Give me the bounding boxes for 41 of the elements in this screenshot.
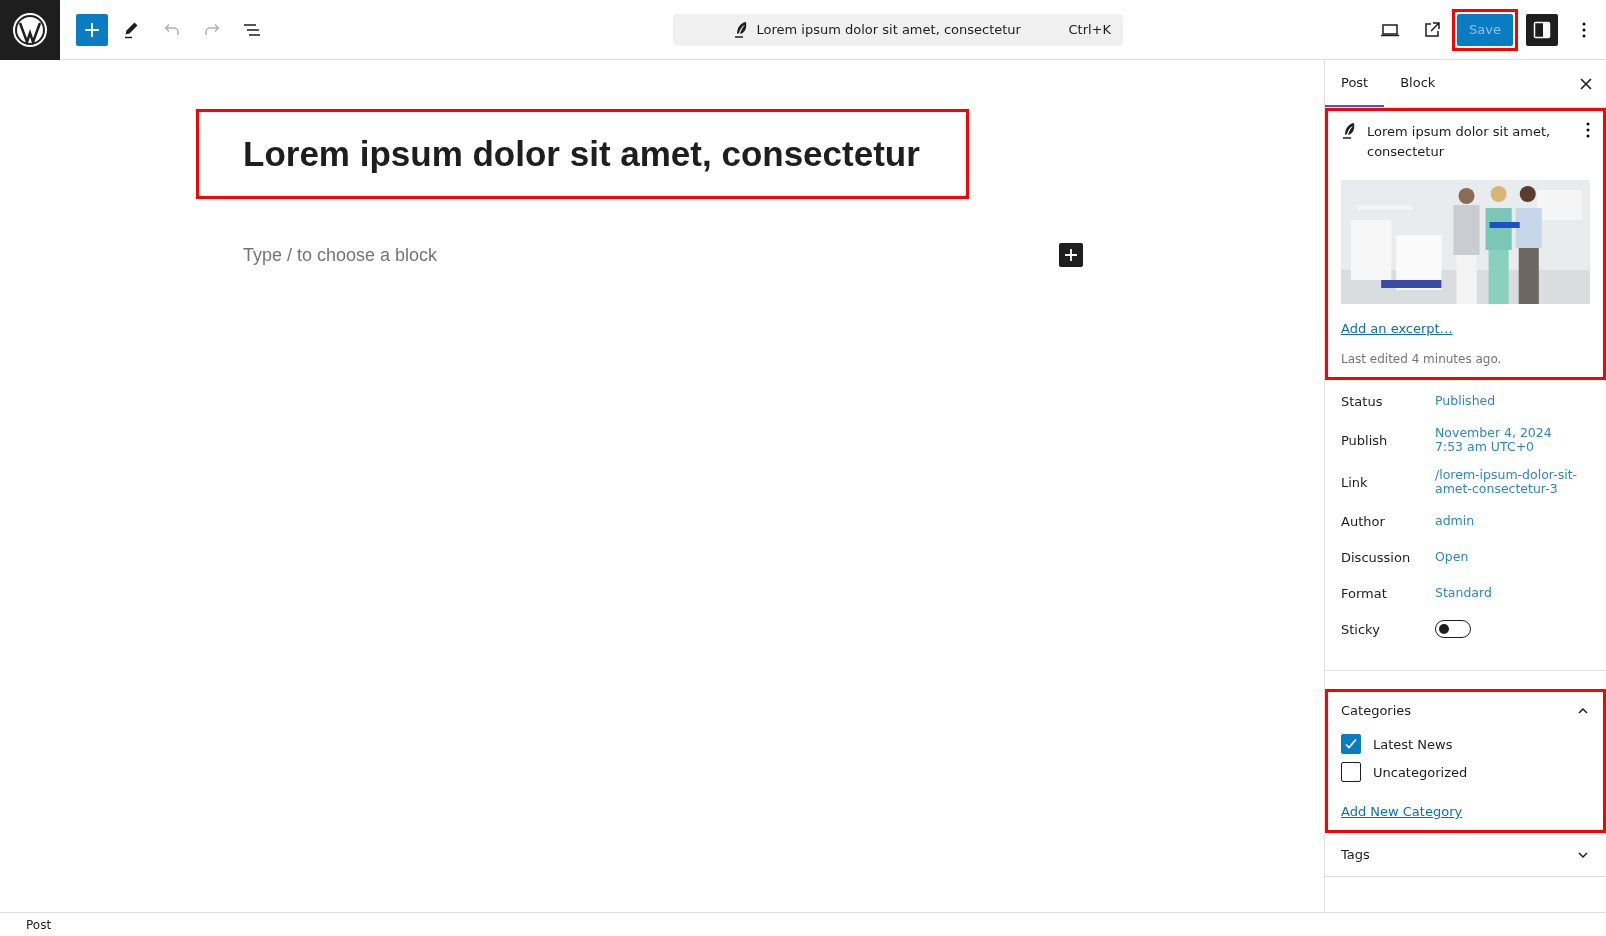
category-label: Uncategorized: [1373, 764, 1468, 780]
field-value-link[interactable]: Standard: [1435, 586, 1492, 600]
feather-icon: [1341, 122, 1357, 140]
block-placeholder[interactable]: Type / to choose a block: [243, 244, 438, 266]
field-label: Status: [1341, 393, 1384, 409]
field-label: Link: [1341, 474, 1369, 490]
add-category-link[interactable]: Add New Category: [1341, 804, 1463, 819]
field-label: Discussion: [1341, 549, 1412, 565]
excerpt-link[interactable]: Add an excerpt…: [1341, 321, 1453, 336]
sidebar-icon: [1532, 19, 1552, 40]
checkbox[interactable]: [1341, 734, 1361, 754]
post-title-heading[interactable]: Lorem ipsum dolor sit amet, consectetur: [243, 134, 920, 174]
field-value-link[interactable]: admin: [1435, 514, 1475, 528]
plus-icon: [1063, 247, 1079, 263]
add-block-button[interactable]: [1059, 243, 1083, 267]
more-options-icon[interactable]: [1586, 122, 1590, 138]
sidebar-tab[interactable]: Block: [1384, 60, 1452, 107]
field-value-link[interactable]: Published: [1435, 394, 1496, 408]
field-label: Sticky: [1341, 621, 1381, 637]
sticky-toggle[interactable]: [1435, 620, 1471, 638]
field-value-link[interactable]: Open: [1435, 550, 1469, 564]
panel-title[interactable]: Tags: [1341, 847, 1370, 862]
field-label: Publish: [1341, 432, 1389, 448]
last-edited-text: Last edited 4 minutes ago.: [1341, 352, 1503, 366]
check-icon: [1344, 737, 1358, 751]
post-title: Lorem ipsum dolor sit amet, consectetur: [756, 22, 1021, 37]
checkbox[interactable]: [1341, 762, 1361, 782]
wordpress-logo[interactable]: [0, 0, 60, 60]
post-summary-title: Lorem ipsum dolor sit amet, consectetur: [1367, 123, 1552, 161]
feather-icon: [732, 20, 749, 39]
breadcrumb[interactable]: Post: [26, 918, 52, 932]
field-value-link[interactable]: /lorem-ipsum-dolor-sit- amet-consectetur-3: [1435, 468, 1578, 496]
sidebar-tab[interactable]: Post: [1325, 60, 1385, 107]
field-value-link[interactable]: November 4, 2024 7:53 am UTC+0: [1435, 426, 1552, 454]
command-bar[interactable]: Lorem ipsum dolor sit amet, consectetur Ctrl+K: [673, 13, 1124, 46]
field-label: Format: [1341, 585, 1388, 601]
category-label: Latest News: [1373, 736, 1453, 752]
field-label: Author: [1341, 513, 1386, 529]
panel-title[interactable]: Categories: [1341, 703, 1412, 718]
settings-toggle[interactable]: [1526, 13, 1558, 46]
shortcut: Ctrl+K: [1068, 22, 1112, 37]
